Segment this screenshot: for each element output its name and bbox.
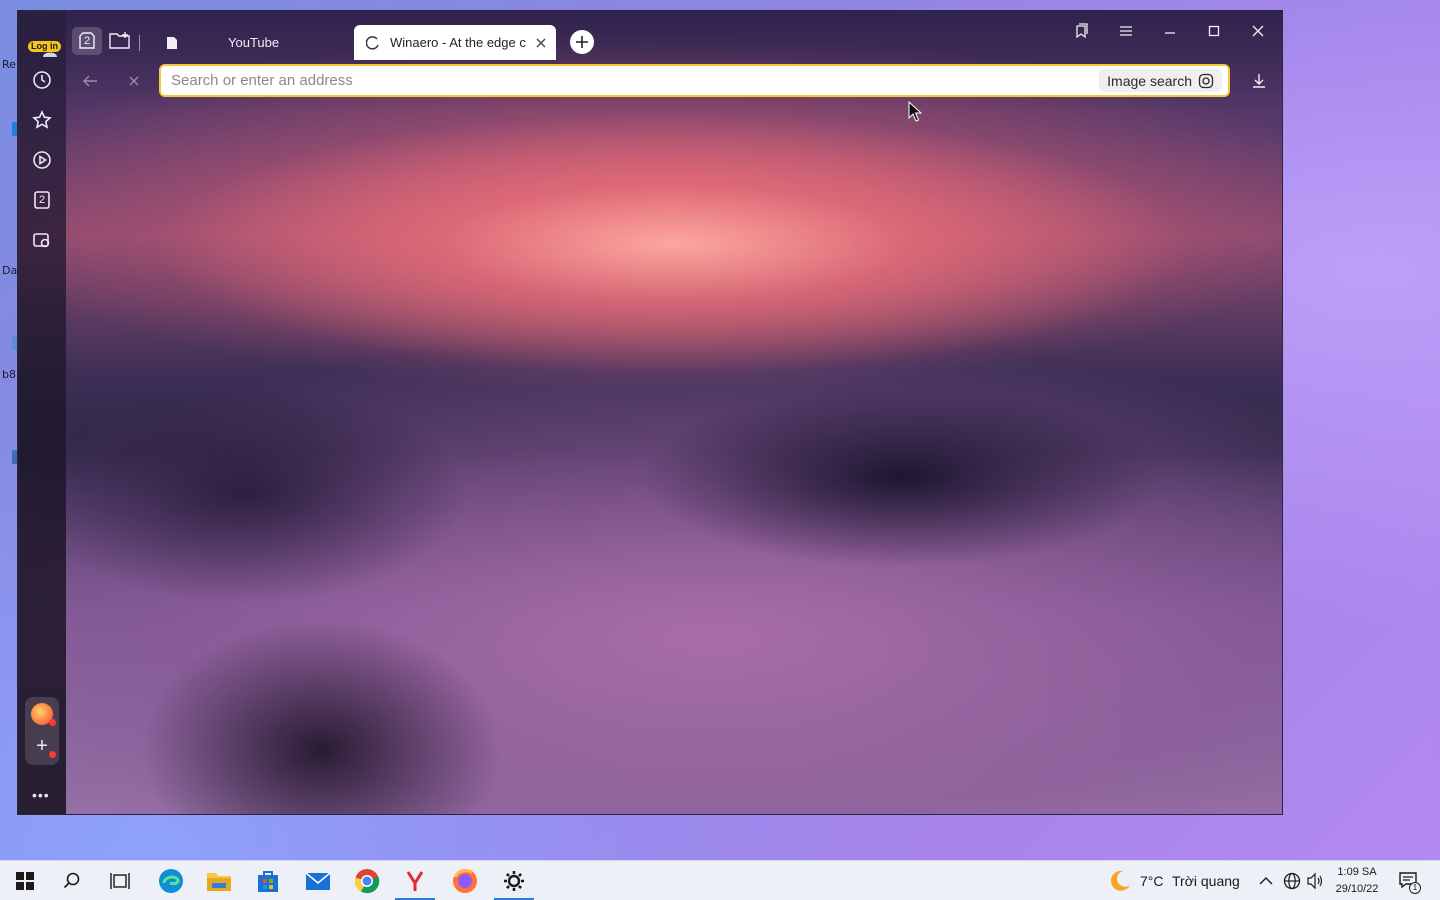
tab-groups-button[interactable]: 2	[72, 27, 102, 55]
tabs-counter: 2	[38, 194, 46, 206]
maximize-icon	[1208, 25, 1220, 37]
notification-count: 1	[1409, 882, 1421, 894]
camera-search-icon	[1198, 73, 1214, 88]
search-icon	[63, 872, 80, 889]
chevron-up-icon	[1259, 877, 1273, 885]
tab-youtube[interactable]: YouTube	[158, 25, 353, 60]
new-tab-button[interactable]	[570, 30, 594, 54]
browser-window: Log in 2 + ••• 2 YouTube Winaero - At th…	[17, 10, 1283, 815]
edge-icon	[159, 869, 183, 893]
close-tab-button[interactable]	[534, 36, 548, 50]
address-input[interactable]	[161, 66, 1100, 95]
task-view-button[interactable]	[97, 861, 143, 900]
screenshot-button[interactable]	[28, 226, 56, 254]
loading-spinner-icon	[366, 35, 379, 50]
store-icon	[258, 871, 278, 892]
hamburger-icon	[1120, 26, 1132, 36]
tabs-counter-button[interactable]: 2	[28, 186, 56, 214]
volume-button[interactable]	[1306, 872, 1324, 890]
menu-button[interactable]	[1109, 19, 1143, 43]
history-button[interactable]	[28, 66, 56, 94]
desktop-icon-label[interactable]: Re	[2, 58, 16, 71]
stop-button[interactable]	[122, 69, 146, 93]
minimize-icon	[1165, 32, 1175, 34]
image-search-button[interactable]: Image search	[1099, 69, 1222, 92]
login-badge[interactable]: Log in	[28, 41, 61, 52]
folder-plus-icon	[109, 32, 130, 49]
speaker-icon	[1307, 872, 1323, 890]
taskbar: 7°C Trời quang 1:09 SA 29/10/22 1	[0, 860, 1440, 900]
bookmark-stack-icon	[1076, 23, 1088, 39]
sidebar-apps: +	[25, 697, 59, 765]
file-explorer-app[interactable]	[196, 861, 242, 900]
network-button[interactable]	[1283, 872, 1301, 890]
close-window-button[interactable]	[1241, 19, 1275, 43]
clock-icon	[33, 71, 51, 89]
clock-date: 29/10/22	[1335, 883, 1379, 895]
notification-dot	[49, 719, 56, 726]
task-view-icon	[110, 873, 130, 889]
globe-icon	[1283, 872, 1301, 890]
gear-icon	[504, 871, 524, 891]
new-tab-background	[18, 11, 1282, 814]
sidebar-more-button[interactable]: •••	[32, 787, 50, 803]
downloads-button[interactable]	[1247, 69, 1271, 93]
image-search-label: Image search	[1107, 72, 1192, 89]
browser-sidebar: Log in 2 + •••	[18, 11, 66, 814]
media-button[interactable]	[28, 146, 56, 174]
star-icon	[32, 110, 52, 129]
close-icon	[1252, 25, 1264, 37]
play-circle-icon	[33, 151, 51, 169]
yandex-icon	[406, 871, 424, 891]
tray-overflow-button[interactable]	[1259, 873, 1275, 889]
yandex-browser-app[interactable]	[392, 861, 438, 900]
chrome-app[interactable]	[344, 861, 390, 900]
weather-text: Trời quang	[1172, 873, 1240, 889]
chrome-icon	[354, 869, 380, 894]
download-icon	[1253, 74, 1265, 88]
settings-app[interactable]	[491, 861, 537, 900]
search-button[interactable]	[49, 861, 95, 900]
store-app[interactable]	[245, 861, 291, 900]
weather-temp: 7°C	[1140, 873, 1164, 889]
tab-separator	[139, 35, 140, 51]
minimize-button[interactable]	[1153, 19, 1187, 43]
notification-center-button[interactable]: 1	[1398, 871, 1422, 894]
tab-winaero[interactable]: Winaero - At the edge c	[354, 25, 556, 60]
plus-icon	[576, 36, 588, 48]
maximize-button[interactable]	[1197, 19, 1231, 43]
tab-title: YouTube	[228, 35, 280, 50]
bookmarks-button[interactable]	[28, 106, 56, 134]
firefox-icon	[453, 869, 477, 893]
new-folder-button[interactable]	[108, 31, 132, 51]
clock-time: 1:09 SA	[1337, 866, 1377, 878]
desktop-icon-label[interactable]: b8	[2, 368, 16, 381]
tab-group-count: 2	[83, 35, 91, 47]
mail-icon	[305, 872, 331, 890]
arrow-left-icon	[83, 75, 97, 87]
mail-app[interactable]	[295, 861, 341, 900]
folder-icon	[207, 873, 231, 891]
notification-dot	[49, 751, 56, 758]
weather-widget[interactable]: 7°C Trời quang	[1108, 861, 1243, 900]
windows-logo-icon	[16, 872, 34, 890]
moon-icon	[1110, 870, 1130, 891]
close-icon	[536, 38, 546, 47]
start-button[interactable]	[2, 861, 48, 900]
collections-button[interactable]	[1064, 19, 1098, 43]
page-icon	[167, 36, 177, 49]
back-button[interactable]	[78, 69, 102, 93]
tab-title: Winaero - At the edge c	[390, 35, 526, 50]
mouse-cursor-icon	[908, 101, 922, 122]
camera-icon	[33, 233, 50, 248]
clock[interactable]: 1:09 SA 29/10/22	[1327, 864, 1387, 900]
firefox-app[interactable]	[442, 861, 488, 900]
close-icon	[129, 76, 139, 86]
edge-app[interactable]	[148, 861, 194, 900]
desktop-icon-label[interactable]: Da	[2, 264, 17, 277]
address-bar: Image search	[159, 64, 1230, 97]
